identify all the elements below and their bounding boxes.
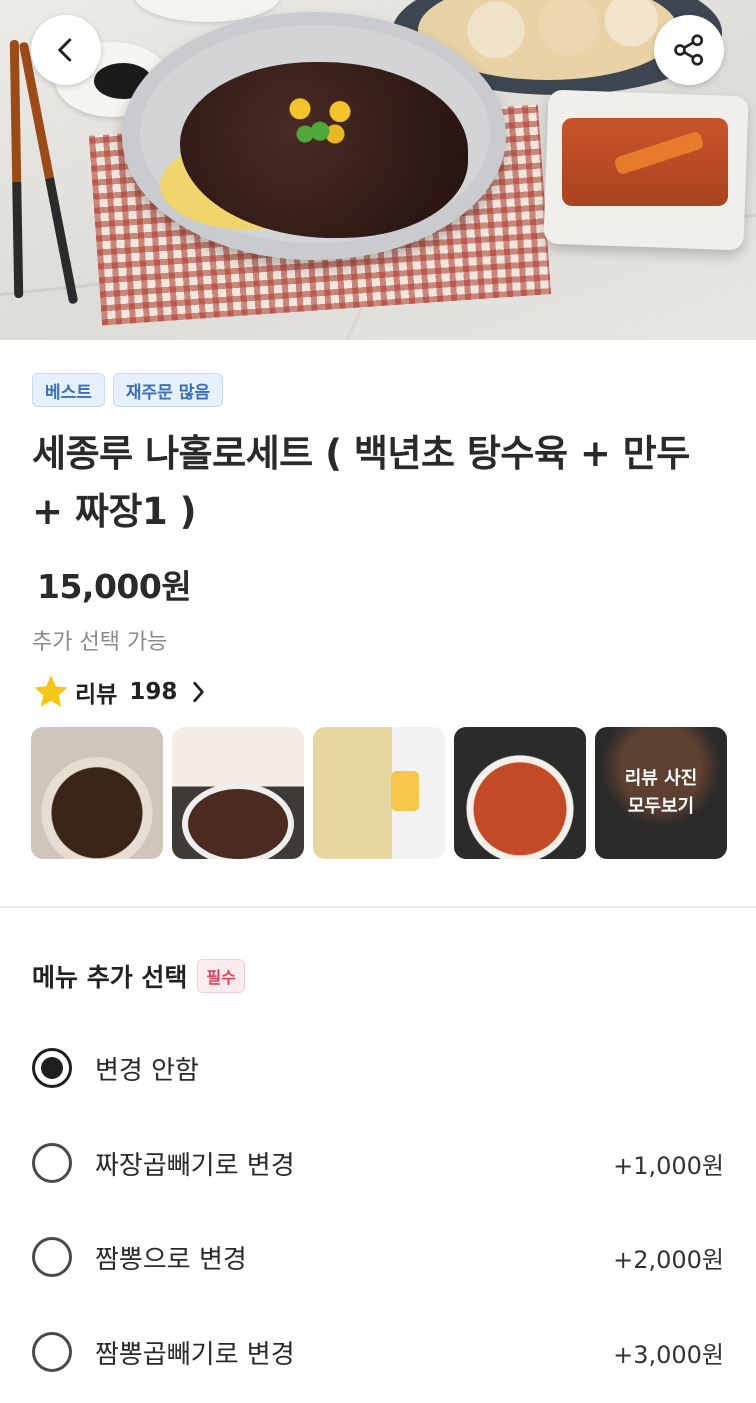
review-count: 198 [129, 679, 178, 705]
share-button[interactable] [654, 15, 724, 85]
reorder-badge: 재주문 많음 [112, 373, 224, 407]
share-icon [674, 34, 704, 66]
radio-unselected[interactable] [32, 1332, 72, 1372]
best-badge: 베스트 [32, 373, 105, 407]
option-item[interactable]: 짜장곱빼기로 변경 +1,000원 [32, 1138, 724, 1188]
product-price: 15,000원 [37, 567, 192, 606]
extra-option-note: 추가 선택 가능 [32, 630, 168, 655]
chevron-left-icon [58, 38, 72, 62]
radio-selected[interactable] [32, 1048, 72, 1088]
option-section-title: 메뉴 추가 선택 [32, 963, 188, 992]
option-item[interactable]: 짬뽕곱빼기로 변경 +3,000원 [32, 1327, 724, 1377]
required-badge: 필수 [197, 959, 245, 993]
back-button[interactable] [31, 15, 101, 85]
section-divider [0, 906, 756, 908]
review-link[interactable]: 리뷰 198 [31, 672, 211, 712]
option-price: +2,000원 [613, 1245, 724, 1274]
review-photo[interactable] [454, 727, 586, 859]
option-price: +1,000원 [613, 1151, 724, 1180]
review-photo[interactable] [313, 727, 445, 859]
option-label: 짬뽕곱빼기로 변경 [95, 1339, 295, 1370]
option-label: 짜장곱빼기로 변경 [95, 1150, 295, 1181]
review-photo[interactable] [172, 727, 304, 859]
star-icon [34, 675, 68, 707]
chevron-right-icon [193, 681, 205, 703]
option-label: 짬뽕으로 변경 [95, 1244, 247, 1275]
product-title: 세종루 나홀로세트 ( 백년초 탕수육 + 만두 + 짜장1 ) [32, 432, 690, 533]
radio-unselected[interactable] [32, 1237, 72, 1277]
option-label: 변경 안함 [95, 1055, 199, 1086]
review-photo-strip: 리뷰 사진 모두보기 [31, 727, 727, 859]
product-badges: 베스트 재주문 많음 [32, 373, 224, 407]
view-all-label-line1: 리뷰 사진 [624, 768, 698, 789]
review-label: 리뷰 [75, 682, 118, 708]
view-all-review-photos-button[interactable]: 리뷰 사진 모두보기 [595, 727, 727, 859]
radio-unselected[interactable] [32, 1143, 72, 1183]
product-hero-image [0, 0, 756, 340]
option-price: +3,000원 [613, 1340, 724, 1369]
review-photo[interactable] [31, 727, 163, 859]
option-section-header: 메뉴 추가 선택 필수 [32, 958, 245, 994]
view-all-label-line2: 모두보기 [627, 796, 695, 817]
option-item[interactable]: 변경 안함 [32, 1043, 724, 1093]
option-item[interactable]: 짬뽕으로 변경 +2,000원 [32, 1232, 724, 1282]
